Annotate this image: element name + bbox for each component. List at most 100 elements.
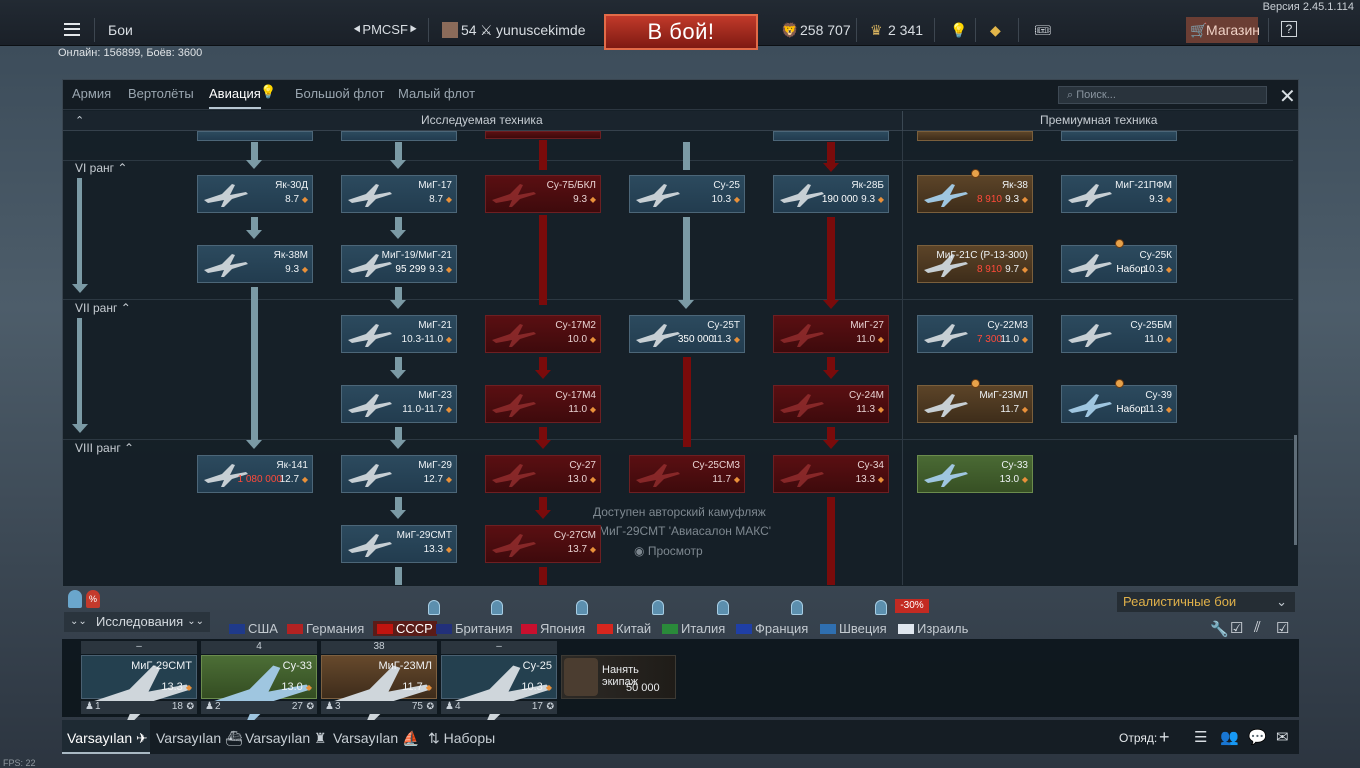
vehicle-card-yak38[interactable]: Як-38 9.3 ◆ 8 910	[917, 175, 1033, 213]
hire-crew-button[interactable]: Нанять экипаж 50 000	[561, 655, 676, 699]
vehicle-card-mig17[interactable]: МиГ-17 8.7 ◆	[341, 175, 457, 213]
vehicle-card-su39[interactable]: Су-39 11.3 ◆ Набор	[1061, 385, 1177, 423]
preset-boats[interactable]: Varsayılan ⛵	[333, 730, 419, 747]
vehicle-card-mig23[interactable]: МиГ-23 11.0-11.7 ◆	[341, 385, 457, 423]
lightbulb-icon[interactable]: 💡	[950, 22, 967, 39]
tank-icon: ♜	[314, 730, 327, 746]
vehicle-card-su17m2[interactable]: Су-17М2 10.0 ◆	[485, 315, 601, 353]
chat-icon[interactable]: 💬	[1248, 728, 1267, 746]
tab-bluewater-fleet[interactable]: Большой флот	[295, 86, 384, 101]
battle-rating: 11.3 ◆	[712, 334, 740, 345]
mail-icon[interactable]: ✉	[1276, 728, 1289, 746]
vehicle-card-su34[interactable]: Су-34 13.3 ◆	[773, 455, 889, 493]
vehicle-card-su33[interactable]: Су-33 13.0 ◆	[917, 455, 1033, 493]
vehicle-card-su7b[interactable]: Су-7Б/БКЛ 9.3 ◆	[485, 175, 601, 213]
nation-tab-7[interactable]: Франция	[736, 621, 808, 636]
close-icon[interactable]: ✕	[1279, 84, 1296, 109]
game-mode-select[interactable]: Реалистичные бои ⌄	[1117, 592, 1295, 612]
rank-viii-label[interactable]: VIII ранг ⌃	[75, 441, 134, 455]
vehicle-card-yak30d[interactable]: Як-30Д 8.7 ◆	[197, 175, 313, 213]
nation-tab-6[interactable]: Италия	[662, 621, 725, 636]
list-icon[interactable]: ☰	[1194, 728, 1207, 746]
battles-menu[interactable]: Бои	[108, 22, 133, 38]
vehicle-card-su25bm[interactable]: Су-25БМ 11.0 ◆	[1061, 315, 1177, 353]
vehicle-card-mig27[interactable]: МиГ-27 11.0 ◆	[773, 315, 889, 353]
vehicle-card-yak38m[interactable]: Як-38М 9.3 ◆	[197, 245, 313, 283]
vehicle-card-su25t[interactable]: Су-25Т 11.3 ◆ 350 000	[629, 315, 745, 353]
nation-tab-2[interactable]: СССР	[373, 621, 437, 636]
vehicle-card-mig21pfm[interactable]: МиГ-21ПФМ 9.3 ◆	[1061, 175, 1177, 213]
aircraft-icon	[780, 184, 824, 207]
friends-icon[interactable]: 👥	[1220, 728, 1239, 746]
diamond-icon: ◆	[589, 405, 596, 414]
vehicle-card-mig21[interactable]: МиГ-21 10.3-11.0 ◆	[341, 315, 457, 353]
silver-balance[interactable]: 258 707	[800, 22, 851, 38]
nation-tab-8[interactable]: Швеция	[820, 621, 887, 636]
hire-crew-price: 50 000	[626, 682, 660, 694]
research-button[interactable]: ⌄⌄ Исследования ⌄⌄	[64, 612, 210, 632]
add-squad-icon[interactable]: +	[1159, 727, 1170, 748]
tab-aviation[interactable]: Авиация	[209, 86, 261, 109]
vehicle-card-yak141[interactable]: Як-141 12.7 ◆ 1 080 000	[197, 455, 313, 493]
diamond-icon: ◆	[589, 545, 596, 554]
preset-tanks[interactable]: Varsayılan ♜	[245, 730, 327, 747]
crew-slot-vehicle[interactable]: Су-25 10.3 ◆	[441, 655, 557, 721]
preset-aviation[interactable]: Varsayılan ✈	[67, 730, 148, 747]
preset-ships[interactable]: Varsayılan ⛴	[156, 730, 243, 747]
vehicle-card-su25[interactable]: Су-25 10.3 ◆	[629, 175, 745, 213]
vehicle-card-yak28b[interactable]: Як-28Б 9.3 ◆ 190 000	[773, 175, 889, 213]
to-battle-button[interactable]: В бой!	[604, 14, 758, 50]
checkbox-icon[interactable]: ☑	[1230, 619, 1243, 637]
username[interactable]: yunuscekimde	[496, 22, 586, 38]
diamond-icon[interactable]: ◆	[990, 22, 1001, 39]
squad-tag[interactable]: ⯇PMCSF⯈	[352, 22, 418, 38]
crew-slot-vehicle[interactable]: Су-33 13.0 ◆	[201, 655, 317, 721]
gold-balance[interactable]: 2 341	[888, 22, 923, 38]
nation-tab-1[interactable]: Германия	[287, 621, 364, 636]
vehicle-card-su27[interactable]: Су-27 13.0 ◆	[485, 455, 601, 493]
coupon-icon[interactable]: 🎟	[1034, 22, 1052, 39]
vehicle-card-mig29smt[interactable]: МиГ-29СМТ 13.3 ◆	[341, 525, 457, 563]
premium-research-icon[interactable]	[68, 590, 82, 608]
vehicle-card-su27sm[interactable]: Су-27СМ 13.7 ◆	[485, 525, 601, 563]
vehicle-card-mig23ml[interactable]: МиГ-23МЛ 11.7 ◆	[917, 385, 1033, 423]
scrollbar[interactable]	[1294, 435, 1297, 545]
vehicle-card-su22m3[interactable]: Су-22М3 11.0 ◆ 7 300	[917, 315, 1033, 353]
nation-tab-9[interactable]: Израиль	[898, 621, 968, 636]
nation-tab-4[interactable]: Япония	[521, 621, 585, 636]
vehicle-card-su17m4[interactable]: Су-17М4 11.0 ◆	[485, 385, 601, 423]
crew-icon: ♟	[85, 701, 94, 712]
help-button[interactable]: ?	[1281, 21, 1297, 37]
nation-tab-0[interactable]: США	[229, 621, 278, 636]
collapse-up-icon[interactable]: ⌃	[75, 114, 84, 127]
aircraft-icon	[492, 184, 536, 207]
vehicle-card-mig19[interactable]: МиГ-19/МиГ-21 9.3 ◆ 95 299	[341, 245, 457, 283]
camo-view-button[interactable]: ◉ Просмотр	[634, 544, 703, 558]
discount-research-icon[interactable]: %	[86, 590, 100, 608]
nation-tab-3[interactable]: Британия	[436, 621, 513, 636]
vehicle-card-mig21s[interactable]: МиГ-21С (Р-13-300) 9.7 ◆ 8 910	[917, 245, 1033, 283]
hamburger-icon[interactable]	[64, 23, 80, 36]
crew-slot-vehicle[interactable]: МиГ-29СМТ 13.3 ◆	[81, 655, 197, 721]
shop-button[interactable]: 🛒 Магазин	[1186, 17, 1260, 43]
diamond-icon: ◆	[733, 475, 740, 484]
wrench-icon[interactable]: 🔧	[1210, 620, 1229, 638]
rank-vi-label[interactable]: VI ранг ⌃	[75, 161, 127, 175]
tab-helicopters[interactable]: Вертолёты	[128, 86, 194, 101]
search-input[interactable]: ⌕ Поиск...	[1058, 86, 1267, 104]
vehicle-name: Су-39	[1145, 390, 1172, 401]
battle-rating: 11.7 ◆	[1000, 404, 1028, 415]
nation-tab-5[interactable]: Китай	[597, 621, 651, 636]
avatar[interactable]	[442, 22, 458, 38]
repair-icon[interactable]: ⫽	[1254, 619, 1261, 636]
crew-slot-vehicle[interactable]: МиГ-23МЛ 11.7 ◆	[321, 655, 437, 721]
rank-vii-label[interactable]: VII ранг ⌃	[75, 301, 131, 315]
presets-sets-button[interactable]: ⇅ Наборы	[428, 730, 495, 747]
tab-coastal-fleet[interactable]: Малый флот	[398, 86, 475, 101]
vehicle-card-su25k[interactable]: Су-25К 10.3 ◆ Набор	[1061, 245, 1177, 283]
vehicle-card-mig29[interactable]: МиГ-29 12.7 ◆	[341, 455, 457, 493]
tab-army[interactable]: Армия	[72, 86, 111, 101]
checkbox-icon[interactable]: ☑	[1276, 619, 1289, 637]
vehicle-card-su24m[interactable]: Су-24М 11.3 ◆	[773, 385, 889, 423]
vehicle-card-su25sm3[interactable]: Су-25СМ3 11.7 ◆	[629, 455, 745, 493]
